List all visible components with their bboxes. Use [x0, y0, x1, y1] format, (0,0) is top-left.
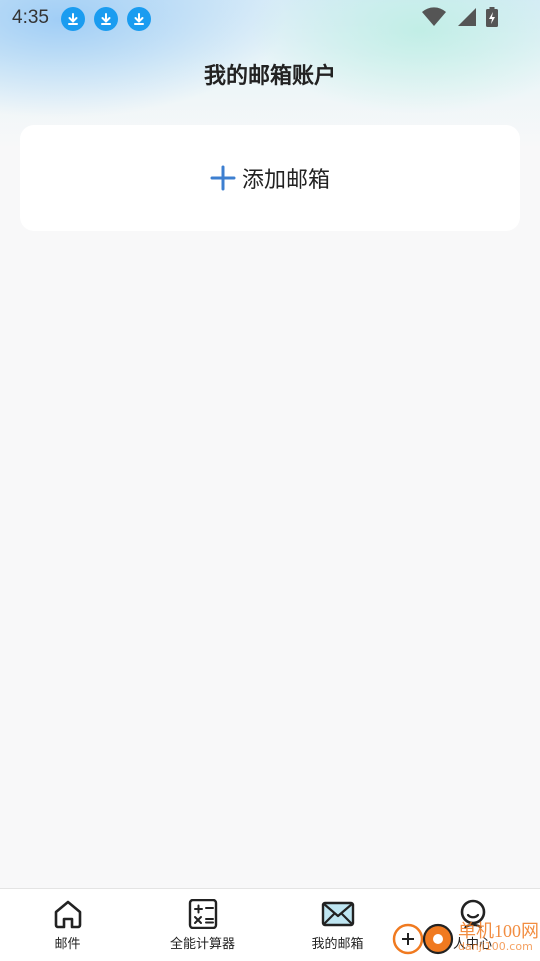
add-mailbox-label: 添加邮箱 [241, 168, 330, 193]
status-time: 4:35 [12, 7, 49, 28]
download-icon [127, 7, 151, 31]
person-icon [460, 899, 485, 929]
status-bar: 4:35 [0, 0, 540, 36]
nav-item-calculator[interactable]: 全能计算器 [135, 889, 270, 961]
status-icons [422, 7, 498, 27]
add-mailbox-button[interactable]: 添加邮箱 [20, 125, 520, 231]
nav-label: 全能计算器 [169, 937, 235, 952]
home-icon [54, 900, 81, 929]
nav-label: 邮件 [54, 937, 81, 952]
nav-label: 人中心 [452, 937, 492, 952]
download-icon [61, 7, 85, 31]
nav-item-my-mailbox[interactable]: 我的邮箱 [270, 889, 405, 961]
page-title: 我的邮箱账户 [203, 64, 336, 89]
cellular-signal-icon [458, 8, 476, 26]
nav-item-mail[interactable]: 邮件 [0, 889, 135, 961]
download-icon [94, 7, 118, 31]
wifi-icon [422, 7, 446, 27]
envelope-icon [321, 901, 354, 927]
plus-icon [210, 165, 236, 191]
bottom-nav: 邮件 全能计算器 我的邮箱 人中心 [0, 888, 540, 961]
battery-charging-icon [486, 7, 498, 27]
nav-item-profile[interactable]: 人中心 [405, 889, 540, 961]
nav-label: 我的邮箱 [311, 937, 364, 952]
calculator-icon [188, 899, 217, 929]
